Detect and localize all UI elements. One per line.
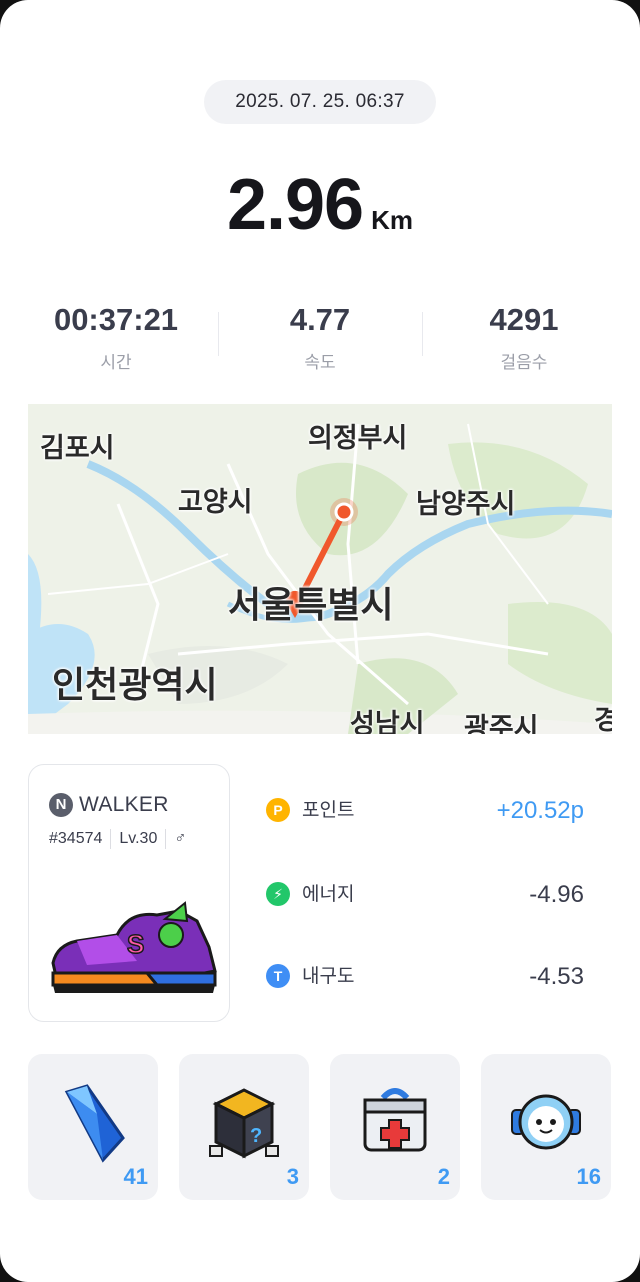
svg-text:?: ? xyxy=(250,1125,262,1147)
blue-gem-icon xyxy=(64,1084,125,1163)
earned-items-row: 41 ? 3 2 16 xyxy=(28,1054,612,1202)
repair-kit-icon xyxy=(363,1088,427,1152)
map-label: 인천광역시 xyxy=(52,664,218,705)
reward-point-row: P 포인트 +20.52p xyxy=(262,790,592,834)
mystery-box-icon: ? xyxy=(209,1088,279,1159)
tag-divider xyxy=(165,829,167,849)
stat-speed-label: 속도 xyxy=(304,353,336,372)
item-repair-count: 2 xyxy=(437,1164,450,1189)
walker-logo-icon: N xyxy=(49,793,73,817)
stat-steps: 4291 걸음수 xyxy=(422,300,626,373)
item-box-count: 3 xyxy=(286,1164,299,1189)
brand-row: N WALKER xyxy=(49,791,169,819)
reward-energy-label: 에너지 xyxy=(302,884,355,905)
stat-speed-value: 4.77 xyxy=(289,302,351,337)
map-label: 고양시 xyxy=(178,487,253,517)
activity-result-screen: 2025. 07. 25. 06:37 2.96 Km 00:37:21 시간 4… xyxy=(0,0,640,1282)
nft-id: #34574 xyxy=(49,830,103,847)
nft-level: Lv.30 xyxy=(119,830,158,847)
map-label: 경 xyxy=(594,705,612,734)
stat-steps-label: 걸음수 xyxy=(500,353,548,372)
map-label: 남양주시 xyxy=(416,489,516,519)
map-label: 의정부시 xyxy=(308,423,408,453)
map-label: 서울특별시 xyxy=(228,584,394,625)
reward-point-amount: +20.52p xyxy=(496,797,584,824)
map-label: 성남시 xyxy=(350,709,425,734)
durability-icon: T xyxy=(266,964,290,988)
reward-durability-label: 내구도 xyxy=(302,966,355,987)
item-gem-count: 41 xyxy=(123,1164,148,1189)
route-map[interactable]: 김포시 의정부시 고양시 남양주시 서울특별시 인천광역시 성남시 광주시 경 xyxy=(28,404,612,734)
gender-icon: ♂ xyxy=(174,830,187,847)
route-start-marker xyxy=(334,502,354,522)
item-repair-tile[interactable]: 2 xyxy=(330,1054,460,1200)
map-label: 김포시 xyxy=(40,433,115,463)
item-robot-count: 16 xyxy=(576,1164,601,1189)
distance-summary: 2.96 Km xyxy=(0,164,640,246)
energy-bolt-icon: ⚡ xyxy=(266,882,290,906)
item-robot-tile[interactable]: 16 xyxy=(481,1054,611,1200)
distance-value: 2.96 xyxy=(226,165,364,245)
reward-durability-amount: -4.53 xyxy=(529,963,584,990)
stat-time-label: 시간 xyxy=(100,353,132,372)
reward-energy-row: ⚡ 에너지 -4.96 xyxy=(262,874,592,918)
nft-shoe-card[interactable]: N WALKER #34574 Lv.30 ♂ S xyxy=(28,764,230,1022)
item-gem-tile[interactable]: 41 xyxy=(28,1054,158,1200)
distance-unit: Km xyxy=(371,205,414,235)
stat-time: 00:37:21 시간 xyxy=(14,300,218,373)
point-coin-icon: P xyxy=(266,798,290,822)
robot-head-icon xyxy=(511,1094,581,1150)
stat-speed: 4.77 속도 xyxy=(218,300,422,373)
stats-row: 00:37:21 시간 4.77 속도 4291 걸음수 xyxy=(14,300,626,380)
reward-energy-amount: -4.96 xyxy=(529,881,584,908)
reward-point-label: 포인트 xyxy=(302,800,355,821)
stat-time-value: 00:37:21 xyxy=(53,302,179,337)
reward-durability-row: T 내구도 -4.53 xyxy=(262,956,592,1000)
map-label: 광주시 xyxy=(464,713,539,734)
tag-divider xyxy=(110,829,112,849)
item-box-tile[interactable]: ? 3 xyxy=(179,1054,309,1200)
nft-tags: #34574 Lv.30 ♂ xyxy=(49,829,186,849)
activity-datetime: 2025. 07. 25. 06:37 xyxy=(204,80,436,124)
stat-steps-value: 4291 xyxy=(489,302,559,337)
sneaker-icon: S xyxy=(51,901,217,993)
brand-name: WALKER xyxy=(79,793,169,816)
svg-text:S: S xyxy=(127,929,144,959)
